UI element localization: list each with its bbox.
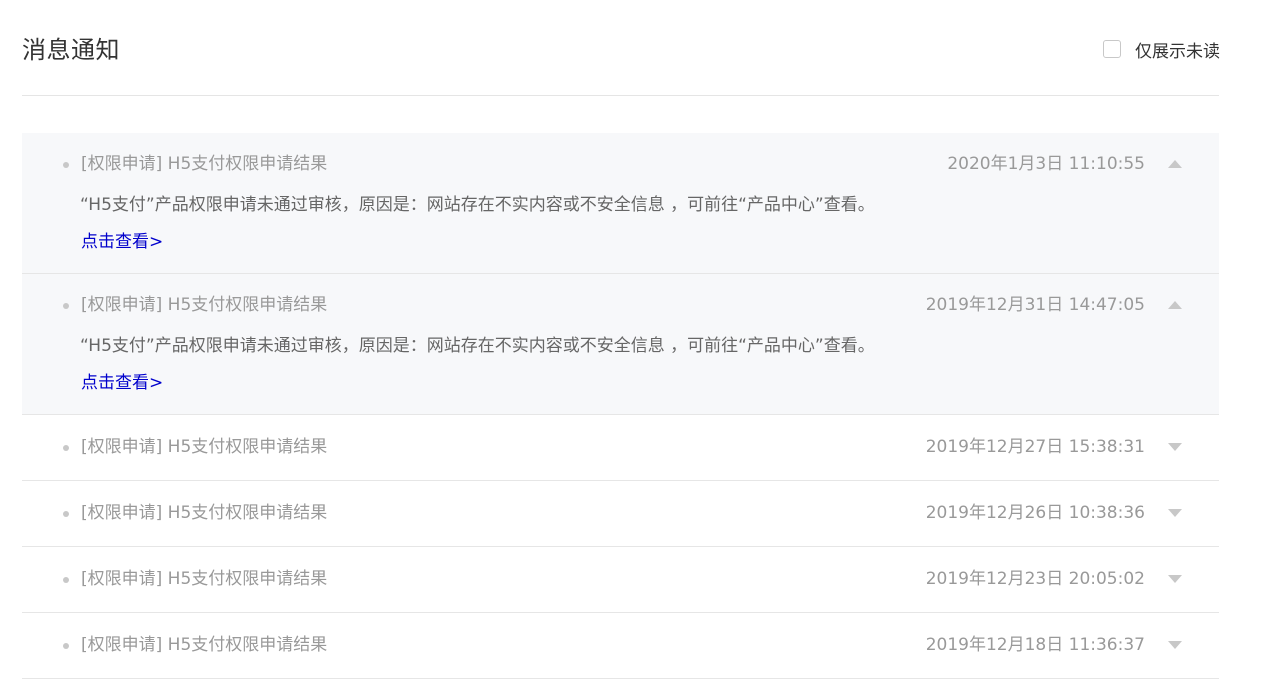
message-title[interactable]: [权限申请] H5支付权限申请结果 [81,568,327,590]
bullet-dot-icon [63,577,69,583]
message-item[interactable]: [权限申请] H5支付权限申请结果 2019年12月18日 11:36:37 [22,613,1219,679]
view-details-link[interactable]: 点击查看> [81,231,163,253]
message-time: 2020年1月3日 11:10:55 [947,154,1145,174]
message-body: “H5支付”产品权限申请未通过审核，原因是：网站存在不实内容或不安全信息 ，可前… [80,336,875,356]
page-title: 消息通知 [22,36,120,64]
message-center-page: 消息通知 仅展示未读 [权限申请] H5支付权限申请结果 2020年1月3日 1… [0,0,1263,692]
message-item[interactable]: [权限申请] H5支付权限申请结果 2019年12月31日 14:47:05 “… [22,274,1219,415]
message-title[interactable]: [权限申请] H5支付权限申请结果 [81,153,327,175]
message-title[interactable]: [权限申请] H5支付权限申请结果 [81,634,327,656]
message-list: [权限申请] H5支付权限申请结果 2020年1月3日 11:10:55 “H5… [22,133,1219,679]
message-time: 2019年12月18日 11:36:37 [925,635,1145,655]
message-item[interactable]: [权限申请] H5支付权限申请结果 2020年1月3日 11:10:55 “H5… [22,133,1219,274]
chevron-up-icon[interactable] [1168,160,1182,168]
message-time: 2019年12月26日 10:38:36 [925,503,1145,523]
message-title[interactable]: [权限申请] H5支付权限申请结果 [81,436,327,458]
bullet-dot-icon [63,445,69,451]
message-time: 2019年12月23日 20:05:02 [925,569,1145,589]
chevron-down-icon[interactable] [1168,443,1182,451]
unread-only-label[interactable]: 仅展示未读 [1135,37,1220,62]
message-item[interactable]: [权限申请] H5支付权限申请结果 2019年12月23日 20:05:02 [22,547,1219,613]
chevron-down-icon[interactable] [1168,575,1182,583]
bullet-dot-icon [63,643,69,649]
bullet-dot-icon [63,511,69,517]
chevron-down-icon[interactable] [1168,641,1182,649]
message-item[interactable]: [权限申请] H5支付权限申请结果 2019年12月27日 15:38:31 [22,415,1219,481]
bullet-dot-icon [63,303,69,309]
message-title[interactable]: [权限申请] H5支付权限申请结果 [81,502,327,524]
message-title[interactable]: [权限申请] H5支付权限申请结果 [81,294,327,316]
page-header: 消息通知 仅展示未读 [22,0,1220,96]
message-time: 2019年12月27日 15:38:31 [925,437,1145,457]
bullet-dot-icon [63,162,69,168]
chevron-up-icon[interactable] [1168,301,1182,309]
message-time: 2019年12月31日 14:47:05 [925,295,1145,315]
message-body: “H5支付”产品权限申请未通过审核，原因是：网站存在不实内容或不安全信息 ，可前… [80,195,875,215]
view-details-link[interactable]: 点击查看> [81,372,163,394]
unread-only-checkbox[interactable] [1103,40,1121,58]
chevron-down-icon[interactable] [1168,509,1182,517]
message-item[interactable]: [权限申请] H5支付权限申请结果 2019年12月26日 10:38:36 [22,481,1219,547]
unread-only-filter[interactable]: 仅展示未读 [1103,37,1220,62]
